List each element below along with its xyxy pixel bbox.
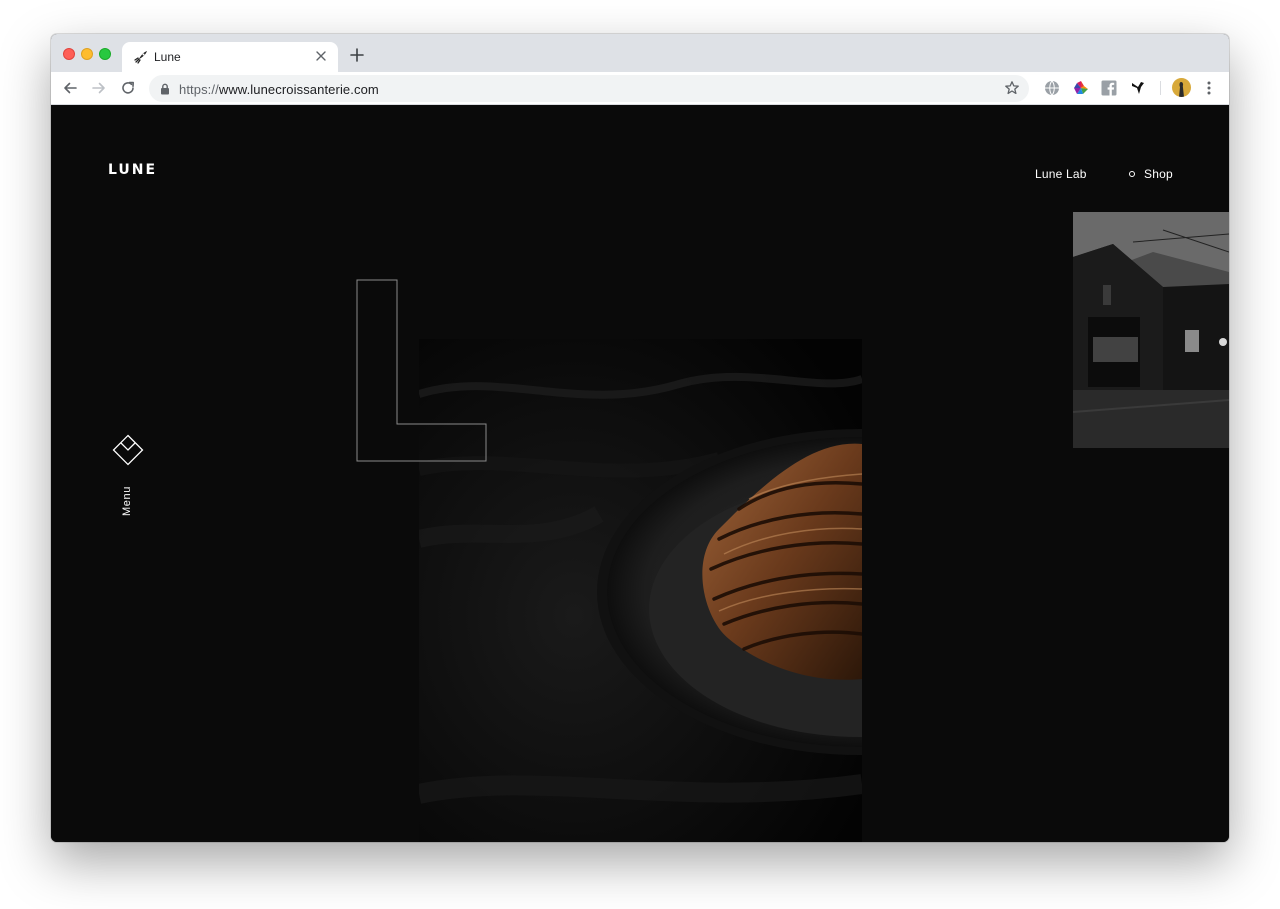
nav-lune-lab-link[interactable]: Lune Lab (1035, 167, 1087, 181)
tab-lune[interactable]: Lune (122, 42, 338, 72)
reload-icon[interactable] (119, 79, 137, 97)
profile-avatar[interactable] (1172, 78, 1191, 97)
menu-label[interactable]: Menu (121, 485, 135, 517)
browser-toolbar: https://www.lunecroissanterie.com (51, 72, 1229, 105)
url-text[interactable]: https://www.lunecroissanterie.com (179, 82, 379, 97)
zoom-window-button[interactable] (99, 48, 111, 60)
new-tab-plus-icon[interactable] (349, 47, 365, 63)
tab-title: Lune (154, 50, 181, 64)
bird-extension-icon[interactable] (1129, 79, 1147, 97)
site-logo[interactable]: LUNE (108, 162, 157, 178)
forward-arrow-icon[interactable] (90, 79, 108, 97)
shop-circle-icon (1129, 171, 1135, 177)
minimize-window-button[interactable] (81, 48, 93, 60)
facebook-extension-icon[interactable] (1100, 79, 1118, 97)
globe-extension-icon[interactable] (1043, 79, 1061, 97)
lock-icon[interactable] (160, 83, 170, 95)
rocket-icon (134, 51, 147, 64)
avatar-silhouette-icon (1179, 82, 1184, 97)
hero-letter-outline (356, 279, 487, 462)
bookmark-star-icon[interactable] (1004, 80, 1020, 96)
browser-window: Lune https://www.lunecroissanterie.com L… (51, 34, 1229, 842)
toolbar-divider (1160, 81, 1161, 95)
diamond-menu-icon[interactable] (112, 434, 144, 466)
close-icon[interactable] (313, 48, 329, 64)
close-window-button[interactable] (63, 48, 75, 60)
building-photo (1073, 212, 1229, 448)
more-options-icon[interactable] (1201, 79, 1217, 97)
back-arrow-icon[interactable] (61, 79, 79, 97)
website-viewport: LUNE Lune Lab Shop Menu (51, 106, 1229, 842)
address-bar[interactable]: https://www.lunecroissanterie.com (149, 75, 1029, 102)
tab-strip: Lune (51, 34, 1229, 72)
nav-shop-link[interactable]: Shop (1144, 167, 1173, 181)
color-wheel-extension-icon[interactable] (1072, 79, 1090, 97)
